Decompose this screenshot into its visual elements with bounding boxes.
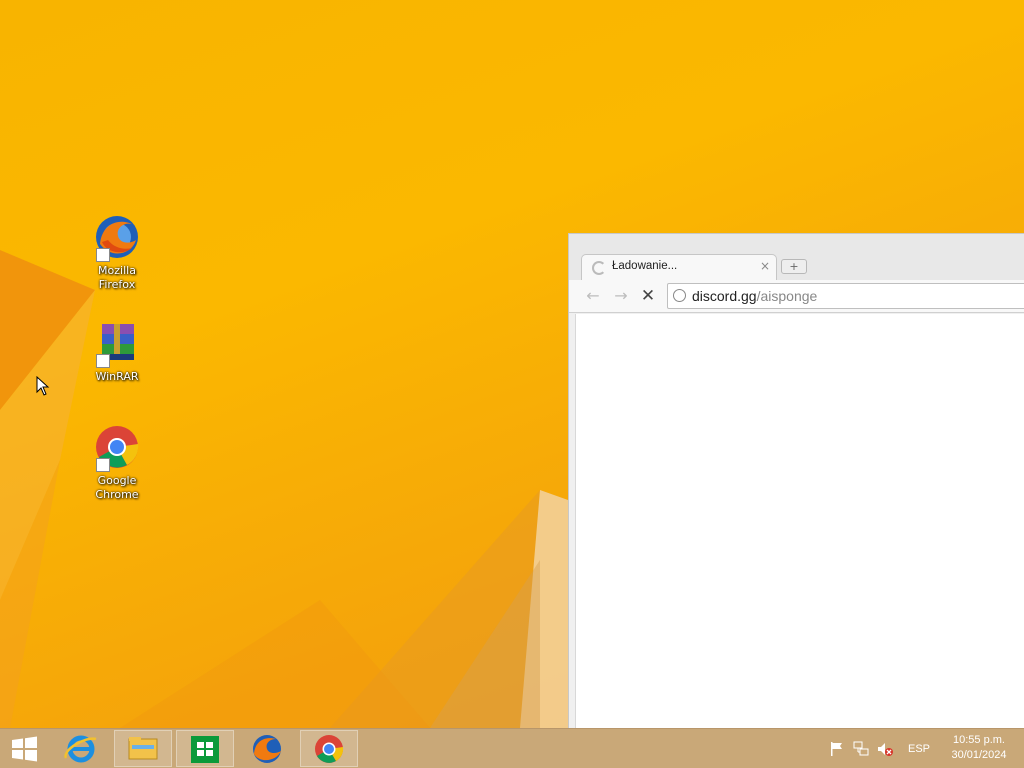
start-button[interactable] bbox=[8, 735, 40, 763]
mouse-cursor-icon bbox=[36, 376, 50, 396]
desktop-icon-firefox[interactable]: Mozilla Firefox bbox=[85, 214, 149, 292]
browser-window: Ładowanie... × + ← → ✕ discord.gg/aispon… bbox=[568, 233, 1024, 728]
clock[interactable]: 10:55 p.m. 30/01/2024 bbox=[940, 734, 1018, 761]
network-icon[interactable] bbox=[852, 740, 870, 758]
stop-button[interactable]: ✕ bbox=[638, 286, 658, 306]
forward-button[interactable]: → bbox=[611, 286, 631, 306]
firefox-icon bbox=[253, 735, 281, 763]
volume-muted-icon[interactable] bbox=[876, 740, 894, 758]
desktop-icon-chrome[interactable]: Google Chrome bbox=[85, 424, 149, 502]
shortcut-arrow-icon bbox=[96, 458, 110, 472]
shortcut-arrow-icon bbox=[96, 354, 110, 368]
folder-icon bbox=[128, 737, 158, 760]
taskbar-internet-explorer[interactable] bbox=[52, 730, 110, 767]
back-button[interactable]: ← bbox=[583, 286, 603, 306]
loading-spinner-icon bbox=[592, 261, 606, 275]
url-path: /aisponge bbox=[756, 288, 818, 304]
taskbar-firefox[interactable] bbox=[238, 730, 296, 767]
desktop-icon-label: Mozilla Firefox bbox=[98, 264, 136, 291]
desktop-icon-label: Google Chrome bbox=[95, 474, 139, 501]
system-tray: ESP 10:55 p.m. 30/01/2024 bbox=[820, 729, 1024, 768]
globe-icon bbox=[673, 289, 686, 302]
input-language[interactable]: ESP bbox=[908, 743, 930, 755]
url-host: discord.gg bbox=[692, 288, 757, 304]
desktop: Mozilla Firefox WinRAR Google Chrome Ład… bbox=[0, 0, 1024, 728]
taskbar-store[interactable] bbox=[176, 730, 234, 767]
taskbar-file-explorer[interactable] bbox=[114, 730, 172, 767]
address-bar[interactable]: discord.gg/aisponge bbox=[667, 283, 1024, 309]
address-url: discord.gg/aisponge bbox=[692, 288, 817, 304]
taskbar: ESP 10:55 p.m. 30/01/2024 bbox=[0, 728, 1024, 768]
store-icon bbox=[191, 736, 219, 763]
desktop-icon-label: WinRAR bbox=[95, 370, 139, 383]
shortcut-arrow-icon bbox=[96, 248, 110, 262]
desktop-icon-winrar[interactable]: WinRAR bbox=[85, 320, 149, 384]
clock-date: 30/01/2024 bbox=[951, 749, 1007, 761]
browser-tab[interactable]: Ładowanie... × bbox=[581, 254, 777, 280]
clock-time: 10:55 p.m. bbox=[953, 734, 1005, 746]
action-center-flag-icon[interactable] bbox=[828, 740, 846, 758]
tab-title: Ładowanie... bbox=[612, 260, 678, 272]
firefox-icon bbox=[94, 214, 140, 262]
tab-close-button[interactable]: × bbox=[760, 259, 770, 273]
page-content[interactable] bbox=[575, 314, 1024, 728]
new-tab-button[interactable]: + bbox=[781, 259, 807, 274]
taskbar-chrome[interactable] bbox=[300, 730, 358, 767]
winrar-icon bbox=[94, 320, 140, 368]
internet-explorer-icon bbox=[64, 735, 97, 763]
browser-toolbar: ← → ✕ discord.gg/aisponge bbox=[569, 280, 1024, 313]
chrome-icon bbox=[315, 735, 344, 763]
chrome-icon bbox=[94, 424, 140, 472]
